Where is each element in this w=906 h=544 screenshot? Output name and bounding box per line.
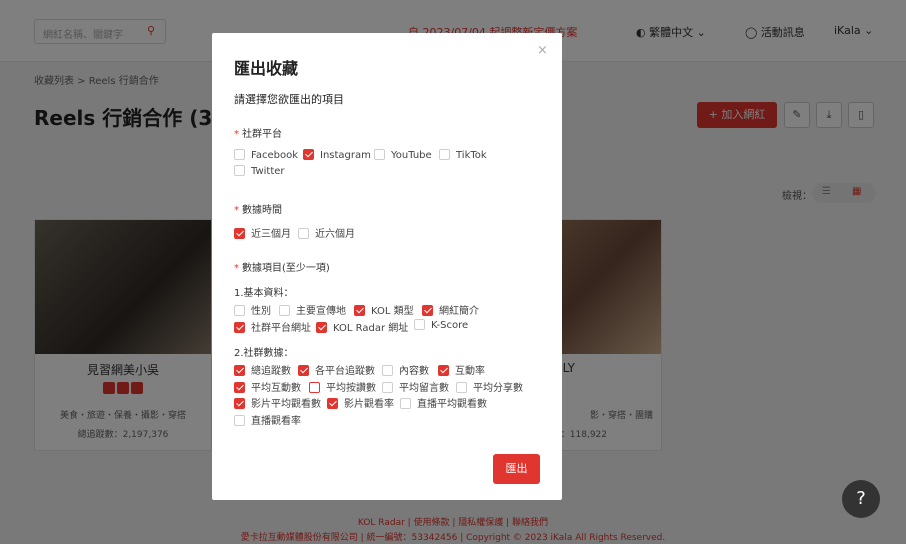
checkbox-checked[interactable] [422, 305, 433, 316]
checkbox-checked[interactable] [234, 398, 245, 409]
checkbox-unchecked[interactable] [439, 149, 450, 160]
basic-option[interactable]: 性別 [234, 302, 271, 317]
basic-option-label: 性別 [251, 306, 271, 317]
social-option[interactable]: 直播平均觀看數 [400, 395, 487, 410]
checkbox-unchecked[interactable] [234, 305, 245, 316]
checkbox-unchecked[interactable] [400, 398, 411, 409]
basic-option[interactable]: 主要宣傳地 [279, 302, 346, 317]
checkbox-unchecked[interactable] [414, 319, 425, 330]
social-option[interactable]: 互動率 [438, 362, 485, 377]
platforms-option-label: TikTok [456, 150, 487, 161]
social-option-label: 影片平均觀看數 [251, 399, 321, 410]
checkbox-unchecked[interactable] [234, 149, 245, 160]
social-option[interactable]: 平均互動數 [234, 379, 301, 394]
export-modal: × 匯出收藏 請選擇您欲匯出的項目 * 社群平台 * 數據時間 * 數據項目(至少一項… [212, 33, 562, 500]
basic-option-label: 網紅簡介 [439, 306, 479, 317]
basic-option[interactable]: KOL 類型 [354, 302, 414, 317]
social-option-label: 直播觀看率 [251, 416, 301, 427]
social-option-label: 平均按讚數 [326, 383, 376, 394]
platforms-option[interactable]: TikTok [439, 149, 487, 161]
checkbox-checked[interactable] [303, 149, 314, 160]
social-option-label: 平均分享數 [473, 383, 523, 394]
basic-option[interactable]: KOL Radar 網址 [316, 319, 408, 334]
social-option-label: 平均留言數 [399, 383, 449, 394]
times-option[interactable]: 近六個月 [298, 225, 355, 240]
platforms-option-label: Twitter [251, 166, 285, 177]
platforms-option[interactable]: Instagram [303, 149, 371, 161]
social-option[interactable]: 影片平均觀看數 [234, 395, 321, 410]
checkbox-checked[interactable] [234, 228, 245, 239]
checkbox-unchecked[interactable] [374, 149, 385, 160]
section-time-title: * 數據時間 [234, 205, 282, 216]
basic-option-label: 主要宣傳地 [296, 306, 346, 317]
close-icon[interactable]: × [537, 43, 548, 58]
checkbox-checked[interactable] [316, 322, 327, 333]
social-option-label: 影片觀看率 [344, 399, 394, 410]
basic-option[interactable]: 社群平台網址 [234, 319, 311, 334]
social-option-label: 平均互動數 [251, 383, 301, 394]
social-option-label: 互動率 [455, 366, 485, 377]
social-option-label: 各平台追蹤數 [315, 366, 375, 377]
social-option[interactable]: 內容數 [382, 362, 429, 377]
social-option[interactable]: 平均留言數 [382, 379, 449, 394]
social-option-label: 內容數 [399, 366, 429, 377]
platforms-option[interactable]: Facebook [234, 149, 298, 161]
checkbox-checked[interactable] [234, 322, 245, 333]
social-option[interactable]: 平均分享數 [456, 379, 523, 394]
checkbox-unchecked[interactable] [234, 415, 245, 426]
checkbox-unchecked[interactable] [234, 165, 245, 176]
platforms-option-label: YouTube [391, 150, 432, 161]
basic-option-label: K-Score [431, 320, 469, 331]
checkbox-unchecked[interactable] [382, 365, 393, 376]
platforms-option[interactable]: Twitter [234, 165, 285, 177]
checkbox-checked[interactable] [234, 365, 245, 376]
help-button[interactable]: ? [842, 480, 880, 518]
basic-option-label: KOL Radar 網址 [333, 323, 409, 334]
checkbox-checked[interactable] [438, 365, 449, 376]
basic-option[interactable]: K-Score [414, 319, 468, 331]
basic-option-label: KOL 類型 [371, 306, 414, 317]
group-social-title: 2.社群數據： [234, 348, 294, 359]
platforms-option[interactable]: YouTube [374, 149, 432, 161]
checkbox-checked[interactable] [234, 382, 245, 393]
modal-title: 匯出收藏 [234, 59, 299, 78]
section-items-title: * 數據項目(至少一項) [234, 263, 330, 274]
times-option[interactable]: 近三個月 [234, 225, 291, 240]
modal-subtitle: 請選擇您欲匯出的項目 [234, 93, 344, 106]
social-option[interactable]: 各平台追蹤數 [298, 362, 375, 377]
section-platform-title: * 社群平台 [234, 129, 282, 140]
checkbox-checked[interactable] [298, 365, 309, 376]
times-option-label: 近六個月 [315, 229, 355, 240]
social-option[interactable]: 平均按讚數 [309, 379, 376, 394]
checkbox-unchecked[interactable] [456, 382, 467, 393]
checkbox-unchecked[interactable] [309, 382, 320, 393]
social-option[interactable]: 直播觀看率 [234, 412, 301, 427]
platforms-option-label: Facebook [251, 150, 298, 161]
times-option-label: 近三個月 [251, 229, 291, 240]
platforms-option-label: Instagram [320, 150, 371, 161]
basic-option-label: 社群平台網址 [251, 323, 311, 334]
checkbox-unchecked[interactable] [279, 305, 290, 316]
social-option-label: 總追蹤數 [251, 366, 291, 377]
social-option-label: 直播平均觀看數 [417, 399, 487, 410]
checkbox-unchecked[interactable] [298, 228, 309, 239]
checkbox-unchecked[interactable] [382, 382, 393, 393]
social-option[interactable]: 影片觀看率 [327, 395, 394, 410]
group-basic-title: 1.基本資料： [234, 288, 294, 299]
checkbox-checked[interactable] [327, 398, 338, 409]
basic-option[interactable]: 網紅簡介 [422, 302, 479, 317]
social-option[interactable]: 總追蹤數 [234, 362, 291, 377]
checkbox-checked[interactable] [354, 305, 365, 316]
export-button[interactable]: 匯出 [493, 454, 540, 484]
